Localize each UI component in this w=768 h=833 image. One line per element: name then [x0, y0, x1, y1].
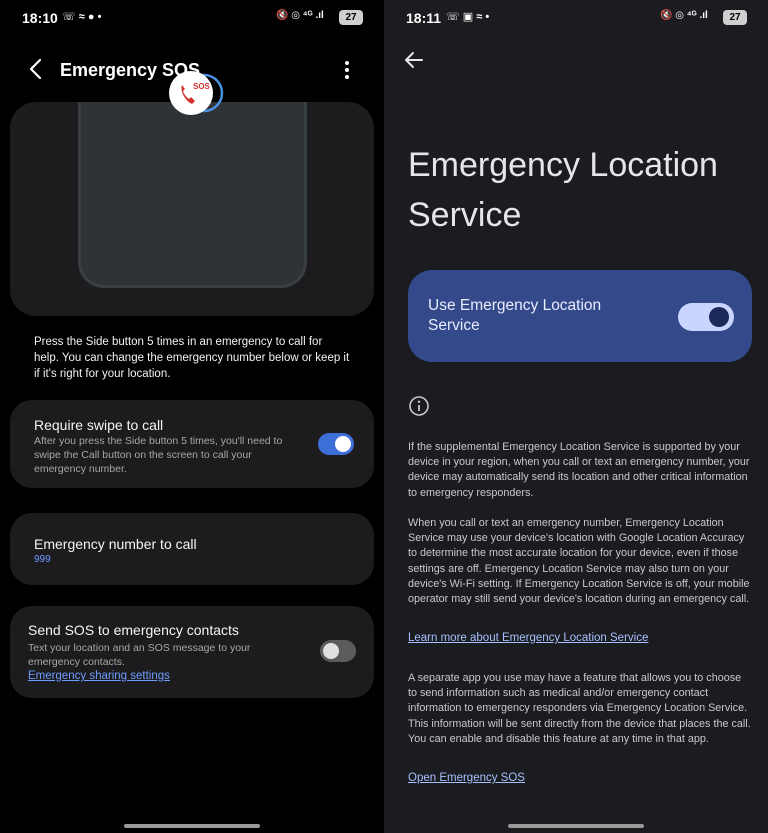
- els-paragraph-1: If the supplemental Emergency Location S…: [408, 441, 750, 499]
- require-swipe-title: Require swipe to call: [34, 417, 164, 433]
- emergency-location-service-screen: 18:11 ☏ ▣ ≈ • 🔇 ◎ ⁴ᴳ .ıl 27 Emergency Lo…: [384, 0, 768, 833]
- status-time: 18:11: [406, 10, 442, 26]
- page-title: Emergency Location Service: [408, 146, 718, 234]
- status-bar: 18:10 ☏ ≈ ● • 🔇 ◎ ⁴ᴳ .ıl 27: [0, 8, 384, 28]
- emergency-number-title: Emergency number to call: [34, 536, 197, 552]
- use-els-toggle[interactable]: [678, 303, 734, 331]
- emergency-number-value: 999: [34, 554, 51, 565]
- open-emergency-sos-link[interactable]: Open Emergency SOS: [408, 772, 525, 784]
- emergency-number-setting[interactable]: Emergency number to call 999: [10, 513, 374, 585]
- use-els-label: Use Emergency Location Service: [428, 297, 602, 334]
- els-paragraph-3: A separate app you use may have a featur…: [408, 672, 751, 745]
- learn-more-link[interactable]: Learn more about Emergency Location Serv…: [408, 632, 648, 644]
- notification-icons: ☏ ▣ ≈ •: [446, 11, 490, 23]
- emergency-sharing-link[interactable]: Emergency sharing settings: [28, 670, 170, 682]
- notification-icons: ☏ ≈ ● •: [62, 11, 102, 23]
- require-swipe-toggle[interactable]: [318, 433, 354, 455]
- sos-description: Press the Side button 5 times in an emer…: [34, 336, 350, 380]
- sos-illustration: [10, 102, 374, 316]
- use-els-setting[interactable]: Use Emergency Location Service: [408, 270, 752, 362]
- system-icons: 🔇 ◎ ⁴ᴳ .ıl: [660, 10, 708, 21]
- back-chevron-icon[interactable]: [24, 56, 48, 82]
- require-swipe-subtitle: After you press the Side button 5 times,…: [34, 435, 283, 475]
- back-arrow-icon[interactable]: [402, 48, 426, 72]
- system-icons: 🔇 ◎ ⁴ᴳ .ıl: [276, 10, 324, 21]
- send-sos-title: Send SOS to emergency contacts: [28, 622, 239, 638]
- send-sos-subtitle: Text your location and an SOS message to…: [28, 642, 251, 668]
- sos-call-icon: SOS: [169, 71, 224, 115]
- home-indicator[interactable]: [124, 824, 260, 828]
- require-swipe-setting[interactable]: Require swipe to call After you press th…: [10, 400, 374, 488]
- svg-text:SOS: SOS: [193, 82, 211, 91]
- home-indicator[interactable]: [508, 824, 644, 828]
- send-sos-toggle[interactable]: [320, 640, 356, 662]
- els-paragraph-2: When you call or text an emergency numbe…: [408, 517, 750, 606]
- status-bar: 18:11 ☏ ▣ ≈ • 🔇 ◎ ⁴ᴳ .ıl 27: [384, 8, 768, 28]
- battery-indicator: 27: [339, 10, 363, 25]
- send-sos-setting[interactable]: Send SOS to emergency contacts Text your…: [10, 606, 374, 698]
- more-options-icon[interactable]: [338, 56, 356, 84]
- info-icon: [409, 396, 429, 416]
- battery-indicator: 27: [723, 10, 747, 25]
- status-time: 18:10: [22, 10, 58, 26]
- phone-illustration: [78, 102, 307, 288]
- emergency-sos-screen: 18:10 ☏ ≈ ● • 🔇 ◎ ⁴ᴳ .ıl 27 Emergency SO…: [0, 0, 384, 833]
